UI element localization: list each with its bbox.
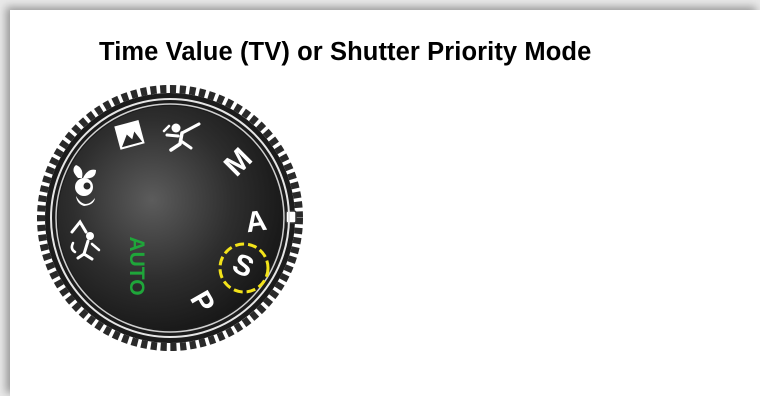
mode-label-auto[interactable]: AUTO xyxy=(125,236,148,295)
mode-label-aperture[interactable]: A xyxy=(244,205,269,240)
dial-index-mark xyxy=(285,210,297,224)
slide: Time Value (TV) or Shutter Priority Mode… xyxy=(10,10,760,396)
mode-dial: M A S P AUTO xyxy=(37,85,303,351)
